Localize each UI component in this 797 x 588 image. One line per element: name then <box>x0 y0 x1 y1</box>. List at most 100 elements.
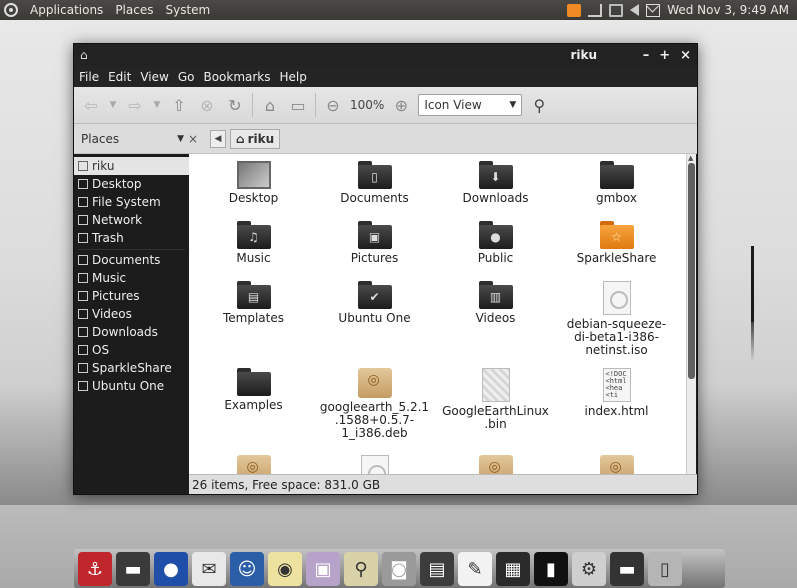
maximize-button[interactable]: + <box>659 48 670 63</box>
sidebar-item-downloads[interactable]: Downloads <box>74 323 189 341</box>
dock-terminal-icon[interactable]: ▮ <box>534 552 568 586</box>
file-item[interactable]: debian-squeeze-di-beta1-i386-netinst.iso <box>556 278 677 365</box>
system-menu[interactable]: System <box>165 3 210 17</box>
sidebar-item-music[interactable]: Music <box>74 269 189 287</box>
file-item[interactable]: Desktop <box>193 158 314 218</box>
sidebar-item-riku[interactable]: riku <box>74 157 189 175</box>
music-icon <box>78 273 88 283</box>
sparkleshare-icon[interactable] <box>567 3 582 17</box>
minimize-button[interactable]: – <box>643 48 650 63</box>
file-item[interactable]: ♫ Music <box>193 218 314 278</box>
dock-folder-icon[interactable]: ▬ <box>610 552 644 586</box>
file-item[interactable]: ▯ Documents <box>314 158 435 218</box>
status-bar: 26 items, Free space: 831.0 GB <box>189 474 697 494</box>
wallpaper-post <box>751 246 754 322</box>
applications-menu[interactable]: Applications <box>30 3 103 17</box>
sidebar-item-videos[interactable]: Videos <box>74 305 189 323</box>
sidebar-item-label: File System <box>92 195 161 209</box>
dock-folder-icon[interactable]: ▬ <box>116 552 150 586</box>
dock-camera-icon[interactable]: ◙ <box>382 552 416 586</box>
dock-texteditor-icon[interactable]: ✎ <box>458 552 492 586</box>
file-item[interactable]: Examples <box>193 365 314 452</box>
file-item[interactable]: ⬇ Downloads <box>435 158 556 218</box>
folder-icon <box>236 368 271 396</box>
vertical-scrollbar[interactable]: ▲ ▼ <box>686 154 696 494</box>
display-icon[interactable] <box>609 3 624 17</box>
sidebar-item-sparkleshare[interactable]: SparkleShare <box>74 359 189 377</box>
close-side-pane-icon[interactable]: × <box>184 132 202 146</box>
dock-empathy-icon[interactable]: ☺ <box>230 552 264 586</box>
scroll-up-icon[interactable]: ▲ <box>688 154 693 162</box>
zoom-out-icon[interactable]: ⊖ <box>322 96 344 115</box>
titlebar[interactable]: ⌂ riku – + × <box>74 44 697 66</box>
dock-settings-icon[interactable]: ⚙ <box>572 552 606 586</box>
dock-firefox-icon[interactable]: ● <box>154 552 188 586</box>
network-icon <box>78 215 88 225</box>
file-item[interactable]: ● Public <box>435 218 556 278</box>
dock-mail-icon[interactable]: ✉ <box>192 552 226 586</box>
dock-scanner-icon[interactable]: ▤ <box>420 552 454 586</box>
close-button[interactable]: × <box>680 48 691 63</box>
forward-history-chevron-icon[interactable]: ▼ <box>152 100 162 110</box>
reload-icon[interactable]: ↻ <box>224 96 246 115</box>
file-item[interactable]: ✔ Ubuntu One <box>314 278 435 365</box>
sidebar-item-desktop[interactable]: Desktop <box>74 175 189 193</box>
home-icon <box>78 161 88 171</box>
scrollbar-thumb[interactable] <box>688 163 695 379</box>
search-icon[interactable]: ⚲ <box>528 96 550 115</box>
menubar: File Edit View Go Bookmarks Help <box>74 66 697 87</box>
sidebar-item-label: Videos <box>92 307 132 321</box>
dock-calculator-icon[interactable]: ▦ <box>496 552 530 586</box>
computer-icon[interactable]: ▭ <box>287 96 309 115</box>
file-item[interactable]: ▥ Videos <box>435 278 556 365</box>
dock-trash-icon[interactable]: ▯ <box>648 552 682 586</box>
sidebar-item-file-system[interactable]: File System <box>74 193 189 211</box>
menu-bookmarks[interactable]: Bookmarks <box>203 70 270 84</box>
dock-imageviewer-icon[interactable]: ▣ <box>306 552 340 586</box>
sidebar-item-ubuntu-one[interactable]: Ubuntu One <box>74 377 189 395</box>
stop-icon[interactable]: ⊗ <box>196 96 218 115</box>
menu-file[interactable]: File <box>79 70 99 84</box>
volume-icon[interactable] <box>630 4 640 16</box>
home-button-icon[interactable]: ⌂ <box>259 96 281 115</box>
menu-view[interactable]: View <box>140 70 168 84</box>
sidebar-item-pictures[interactable]: Pictures <box>74 287 189 305</box>
sidebar-item-label: Downloads <box>92 325 158 339</box>
dock-speaker-icon[interactable]: ◉ <box>268 552 302 586</box>
breadcrumb-home[interactable]: ⌂ riku <box>230 128 281 149</box>
file-item[interactable]: googleearth_5.2.1.1588+0.5.7-1_i386.deb <box>314 365 435 452</box>
clock[interactable]: Wed Nov 3, 9:49 AM <box>667 3 789 17</box>
dock-anchor-icon[interactable]: ⚓ <box>78 552 112 586</box>
file-view[interactable]: Desktop ▯ Documents ⬇ Downloads gmbox ♫ Music ▣ P… <box>189 154 686 494</box>
mail-icon[interactable] <box>646 3 661 17</box>
file-item[interactable]: ▤ Templates <box>193 278 314 365</box>
file-item[interactable]: ▣ Pictures <box>314 218 435 278</box>
file-item[interactable]: GoogleEarthLinux.bin <box>435 365 556 452</box>
sidebar-item-network[interactable]: Network <box>74 211 189 229</box>
path-scroll-left-icon[interactable]: ◀ <box>210 129 226 148</box>
menu-go[interactable]: Go <box>178 70 195 84</box>
file-label: Examples <box>224 398 283 412</box>
menu-edit[interactable]: Edit <box>108 70 131 84</box>
file-label: Documents <box>340 191 409 205</box>
dock-search-icon[interactable]: ⚲ <box>344 552 378 586</box>
network-icon[interactable] <box>588 3 603 17</box>
places-menu[interactable]: Places <box>115 3 153 17</box>
menu-help[interactable]: Help <box>280 70 307 84</box>
up-arrow-icon[interactable]: ⇧ <box>168 96 190 115</box>
ubuntu-logo-icon[interactable] <box>4 3 18 17</box>
sidebar-item-os[interactable]: OS <box>74 341 189 359</box>
view-mode-select[interactable]: Icon View ▼ <box>418 94 523 116</box>
sidebar-item-documents[interactable]: Documents <box>74 251 189 269</box>
status-text: 26 items, Free space: 831.0 GB <box>192 477 381 492</box>
back-history-chevron-icon[interactable]: ▼ <box>108 100 118 110</box>
sidebar-item-trash[interactable]: Trash <box>74 229 189 247</box>
side-pane-selector[interactable]: Places ▼ <box>74 132 184 146</box>
file-item[interactable]: ☆ SparkleShare <box>556 218 677 278</box>
zoom-in-icon[interactable]: ⊕ <box>390 96 412 115</box>
back-arrow-icon[interactable]: ⇦ <box>80 96 102 115</box>
package-icon <box>357 368 392 398</box>
forward-arrow-icon[interactable]: ⇨ <box>124 96 146 115</box>
file-item[interactable]: <!DOC <html <hea <ti index.html <box>556 365 677 452</box>
file-item[interactable]: gmbox <box>556 158 677 218</box>
